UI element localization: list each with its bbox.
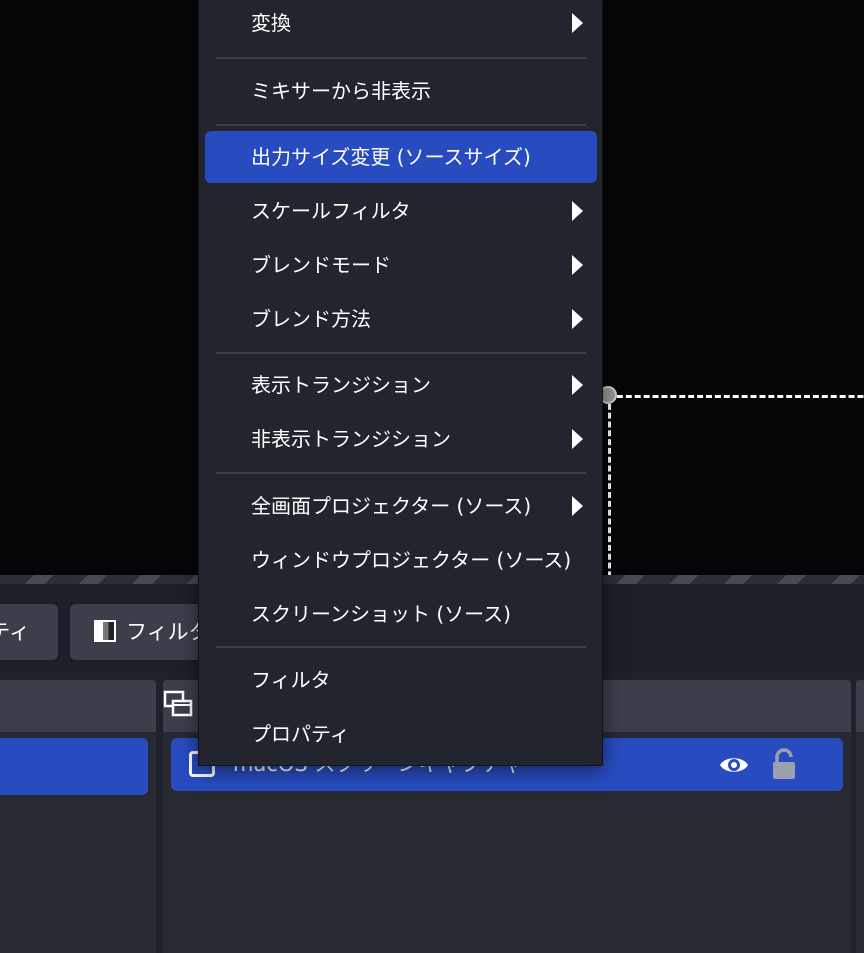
filter-icon xyxy=(94,620,116,642)
obs-window: ティ フィルタ macOS スクリーンキャプチャ xyxy=(0,0,864,953)
menu-item-fullscreen-projector[interactable]: 全画面プロジェクター (ソース) xyxy=(205,480,597,532)
submenu-arrow-icon xyxy=(572,375,583,395)
menu-item-label: プロパティ xyxy=(251,722,350,746)
menu-item-transform[interactable]: 変換 xyxy=(205,0,597,49)
menu-item-show-transition[interactable]: 表示トランジション xyxy=(205,359,597,411)
menu-item-scale-filter[interactable]: スケールフィルタ xyxy=(205,185,597,237)
menu-item-blend-method[interactable]: ブレンド方法 xyxy=(205,293,597,345)
context-menu: 変換 ミキサーから非表示 出力サイズ変更 (ソースサイズ) スケールフィルタ ブ… xyxy=(198,0,603,766)
menu-item-label: ミキサーから非表示 xyxy=(251,79,431,103)
menu-item-hide-transition[interactable]: 非表示トランジション xyxy=(205,413,597,465)
menu-item-label: ブレンド方法 xyxy=(251,307,371,331)
menu-item-label: 全画面プロジェクター (ソース) xyxy=(251,494,532,518)
submenu-arrow-icon xyxy=(572,201,583,221)
menu-item-label: 表示トランジション xyxy=(251,373,431,397)
menu-item-label: 出力サイズ変更 (ソースサイズ) xyxy=(251,145,531,169)
menu-item-hide-in-mixer[interactable]: ミキサーから非表示 xyxy=(205,65,597,117)
submenu-arrow-icon xyxy=(572,309,583,329)
properties-button[interactable]: ティ xyxy=(0,604,58,660)
submenu-arrow-icon xyxy=(572,13,583,33)
audio-mixer-dock-header xyxy=(856,680,864,732)
submenu-arrow-icon xyxy=(572,429,583,449)
menu-item-label: 変換 xyxy=(251,11,291,35)
menu-separator xyxy=(216,352,586,354)
properties-button-label: ティ xyxy=(0,620,30,644)
menu-item-label: フィルタ xyxy=(251,668,331,692)
submenu-arrow-icon xyxy=(572,255,583,275)
sources-dock-icon xyxy=(163,690,193,717)
scene-list-item-selected[interactable] xyxy=(0,738,148,795)
menu-item-screenshot[interactable]: スクリーンショット (ソース) xyxy=(205,588,597,640)
menu-item-label: ブレンドモード xyxy=(251,253,391,277)
menu-item-label: ウィンドウプロジェクター (ソース) xyxy=(251,548,572,572)
menu-separator xyxy=(216,57,586,59)
menu-separator xyxy=(216,646,586,648)
menu-item-resize-output[interactable]: 出力サイズ変更 (ソースサイズ) xyxy=(205,131,597,183)
audio-mixer-dock xyxy=(856,680,864,953)
scenes-dock xyxy=(0,680,156,953)
menu-separator xyxy=(216,124,586,126)
menu-separator xyxy=(216,472,586,474)
source-selection-box[interactable] xyxy=(608,395,864,595)
submenu-arrow-icon xyxy=(572,496,583,516)
unlock-icon[interactable] xyxy=(771,748,797,780)
menu-item-windowed-projector[interactable]: ウィンドウプロジェクター (ソース) xyxy=(205,534,597,586)
menu-item-label: スケールフィルタ xyxy=(251,199,411,223)
menu-item-label: 非表示トランジション xyxy=(251,427,451,451)
menu-item-filters[interactable]: フィルタ xyxy=(205,654,597,706)
menu-item-label: スクリーンショット (ソース) xyxy=(251,602,511,626)
filters-button[interactable]: フィルタ xyxy=(70,604,210,660)
scenes-dock-header xyxy=(0,680,156,732)
menu-item-blend-mode[interactable]: ブレンドモード xyxy=(205,239,597,291)
menu-item-properties[interactable]: プロパティ xyxy=(205,708,597,760)
eye-icon[interactable] xyxy=(719,750,749,780)
